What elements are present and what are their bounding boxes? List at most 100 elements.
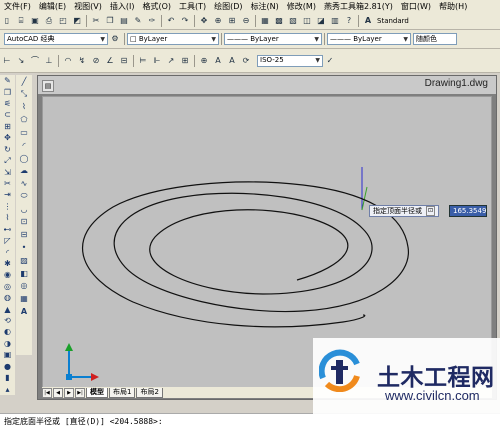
intersect-icon[interactable]: ◍: [2, 292, 14, 303]
copy-object-icon[interactable]: ❐: [2, 87, 14, 98]
rotate-icon[interactable]: ↻: [2, 144, 14, 155]
menu-item-4[interactable]: 格式(O): [138, 0, 175, 13]
undo-icon[interactable]: ↶: [165, 15, 177, 27]
design-center-icon[interactable]: ▩: [273, 15, 285, 27]
menu-item-9[interactable]: 燕秀工具箱2.81(Y): [320, 0, 397, 13]
circle-icon[interactable]: ◯: [18, 152, 30, 164]
workspace-settings-icon[interactable]: ⚙: [109, 33, 121, 45]
section-icon[interactable]: ◑: [2, 338, 14, 349]
menu-item-1[interactable]: 编辑(E): [35, 0, 70, 13]
text-style-dropdown[interactable]: Standard: [375, 15, 431, 27]
linetype-dropdown[interactable]: ——— ByLayer ▼: [224, 33, 322, 45]
arc-icon[interactable]: ◜: [18, 139, 30, 151]
tab-model[interactable]: 模型: [86, 387, 108, 398]
menu-item-2[interactable]: 视图(V): [70, 0, 106, 13]
zoom-previous-icon[interactable]: ⊖: [240, 15, 252, 27]
ellipse-icon[interactable]: ⬭: [18, 190, 30, 202]
continue-icon[interactable]: ⊩: [151, 55, 163, 67]
linear-dim-icon[interactable]: ⊢: [1, 55, 13, 67]
menu-item-6[interactable]: 绘图(D): [210, 0, 246, 13]
color-dropdown[interactable]: □ ByLayer ▼: [127, 33, 219, 45]
radius-dim-icon[interactable]: ◠: [62, 55, 74, 67]
fillet-icon[interactable]: ◜: [2, 247, 14, 258]
make-block-icon[interactable]: ⊟: [18, 229, 30, 241]
menu-item-5[interactable]: 工具(T): [175, 0, 210, 13]
cut-icon[interactable]: ✂: [90, 15, 102, 27]
prompt-options-button[interactable]: ⊡: [426, 206, 436, 216]
properties-icon[interactable]: ▦: [259, 15, 271, 27]
paste-icon[interactable]: ▤: [118, 15, 130, 27]
explode-icon[interactable]: ✱: [2, 258, 14, 269]
break-icon[interactable]: ⌇: [2, 212, 14, 223]
tab-layout2[interactable]: 布局2: [136, 387, 163, 398]
scale-icon[interactable]: ⤢: [2, 155, 14, 166]
open-icon[interactable]: ⌸: [15, 15, 27, 27]
dim-style-manager-icon[interactable]: ✓: [324, 55, 336, 67]
qleader-icon[interactable]: ↗: [165, 55, 177, 67]
insert-block-icon[interactable]: ⊡: [18, 216, 30, 228]
array-icon[interactable]: ⊞: [2, 121, 14, 132]
box-icon[interactable]: ▣: [2, 350, 14, 361]
first-tab-button[interactable]: |◀: [42, 387, 52, 398]
menu-item-11[interactable]: 帮助(H): [435, 0, 471, 13]
match-icon[interactable]: ✎: [132, 15, 144, 27]
polyline-icon[interactable]: ⌇: [18, 101, 30, 113]
markup-icon[interactable]: ◪: [315, 15, 327, 27]
print-icon[interactable]: ⎙: [43, 15, 55, 27]
move-icon[interactable]: ✥: [2, 133, 14, 144]
lineweight-dropdown[interactable]: ——— ByLayer ▼: [327, 33, 411, 45]
line-icon[interactable]: ╱: [18, 75, 30, 87]
table-icon[interactable]: ▦: [18, 293, 30, 305]
dynamic-input-field[interactable]: 165.3549: [449, 205, 487, 217]
tab-layout1[interactable]: 布局1: [109, 387, 136, 398]
rectangle-icon[interactable]: ▭: [18, 127, 30, 139]
diameter-icon[interactable]: ⊘: [90, 55, 102, 67]
chamfer-icon[interactable]: ◸: [2, 235, 14, 246]
ellipse-arc-icon[interactable]: ◡: [18, 203, 30, 215]
redo-icon[interactable]: ↷: [179, 15, 191, 27]
region-icon[interactable]: ◎: [18, 280, 30, 292]
workspace-dropdown[interactable]: AutoCAD 经典 ▼: [4, 33, 108, 45]
center-mark-icon[interactable]: ⊕: [198, 55, 210, 67]
revision-cloud-icon[interactable]: ☁: [18, 165, 30, 177]
polygon-icon[interactable]: ⬠: [18, 114, 30, 126]
break-point-icon[interactable]: ⋮: [2, 201, 14, 212]
sheet-set-icon[interactable]: ◫: [301, 15, 313, 27]
help-icon[interactable]: ?: [343, 15, 355, 27]
menu-item-0[interactable]: 文件(F): [0, 0, 35, 13]
zoom-window-icon[interactable]: ⊞: [226, 15, 238, 27]
extrude-icon[interactable]: ▲: [2, 304, 14, 315]
pan-icon[interactable]: ✥: [198, 15, 210, 27]
point-icon[interactable]: •: [18, 242, 30, 254]
dim-style-dropdown[interactable]: ISO-25 ▼: [257, 54, 323, 67]
erase-icon[interactable]: ✎: [2, 75, 14, 86]
revolve-icon[interactable]: ⟲: [2, 315, 14, 326]
command-line[interactable]: 指定底面半径或 [直径(D)] <204.5888>:: [0, 413, 500, 430]
tolerance-icon[interactable]: ⊞: [179, 55, 191, 67]
spline-icon[interactable]: ∿: [18, 178, 30, 190]
trim-icon[interactable]: ✂: [2, 178, 14, 189]
preview-icon[interactable]: ◰: [57, 15, 69, 27]
angular-icon[interactable]: ∠: [104, 55, 116, 67]
offset-icon[interactable]: ⊂: [2, 110, 14, 121]
new-icon[interactable]: ▯: [1, 15, 13, 27]
mirror-icon[interactable]: ⚟: [2, 98, 14, 109]
plot-style-dropdown[interactable]: 随颜色: [413, 33, 457, 45]
menu-item-8[interactable]: 修改(M): [283, 0, 320, 13]
prev-tab-button[interactable]: ◀: [53, 387, 63, 398]
copy-icon[interactable]: ❐: [104, 15, 116, 27]
join-icon[interactable]: ⊷: [2, 224, 14, 235]
gradient-icon[interactable]: ◧: [18, 267, 30, 279]
save-icon[interactable]: ▣: [29, 15, 41, 27]
ordinate-icon[interactable]: ⊥: [43, 55, 55, 67]
brush-icon[interactable]: ✑: [146, 15, 158, 27]
menu-item-7[interactable]: 标注(N): [247, 0, 283, 13]
next-tab-button[interactable]: ▶: [64, 387, 74, 398]
extend-icon[interactable]: ⇥: [2, 190, 14, 201]
menu-item-3[interactable]: 插入(I): [106, 0, 139, 13]
dim-update-icon[interactable]: ⟳: [240, 55, 252, 67]
union-icon[interactable]: ◉: [2, 270, 14, 281]
aligned-dim-icon[interactable]: ↘: [15, 55, 27, 67]
dim-text-edit-icon[interactable]: A: [226, 55, 238, 67]
calculator-icon[interactable]: ▥: [329, 15, 341, 27]
